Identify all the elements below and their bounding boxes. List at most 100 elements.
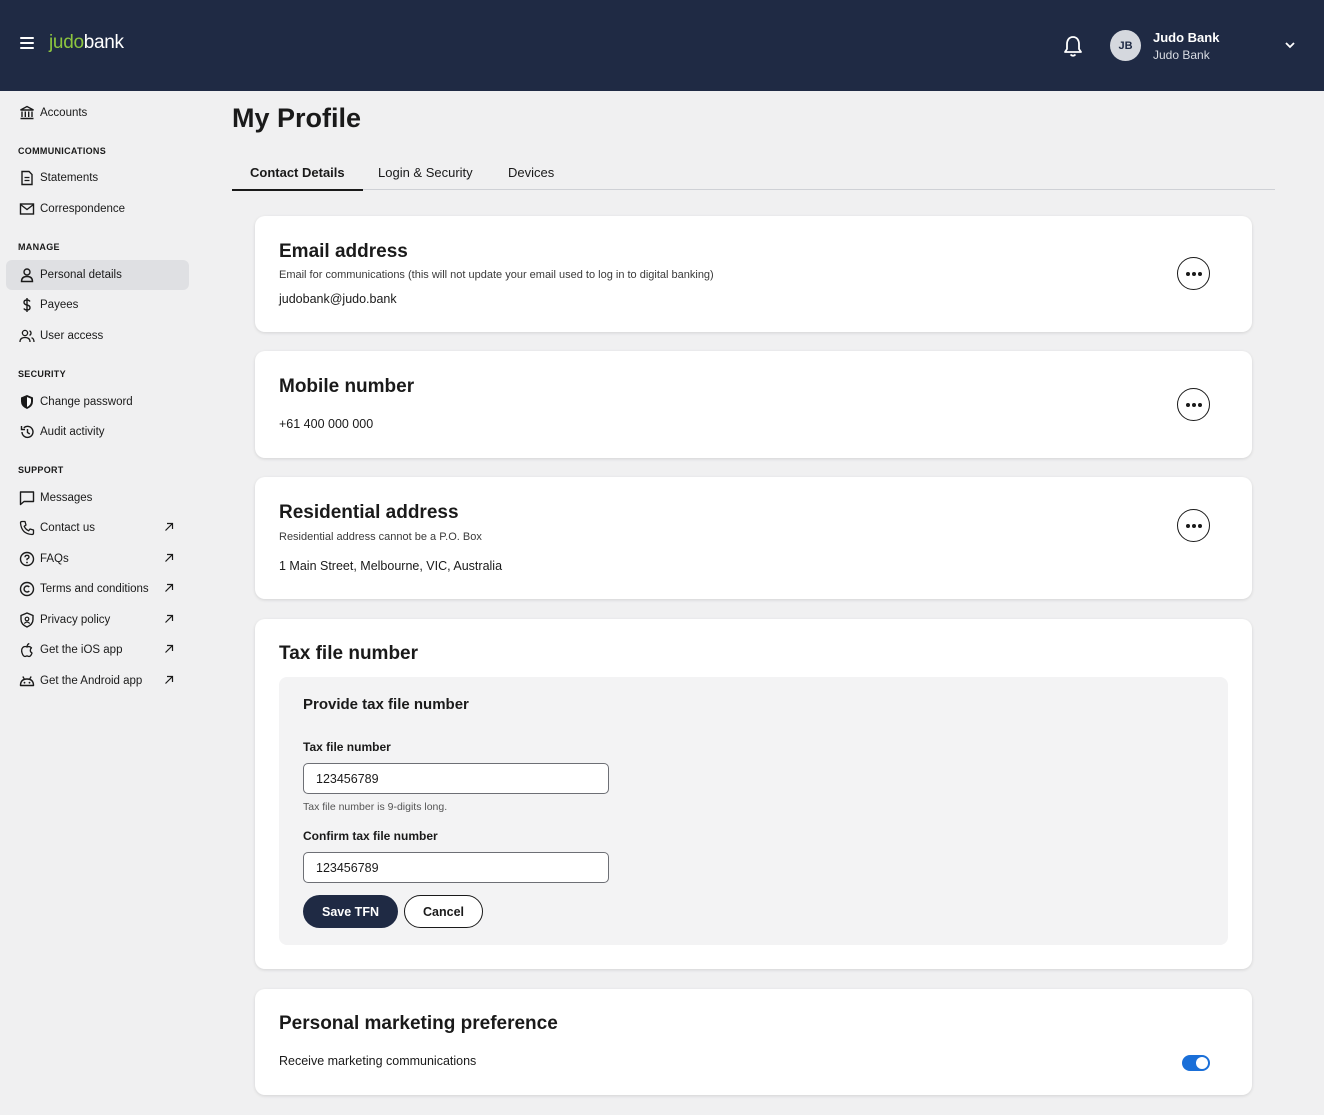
bell-icon[interactable] xyxy=(1062,34,1084,58)
sidebar-item-messages[interactable]: Messages xyxy=(6,483,189,513)
email-value: judobank@judo.bank xyxy=(279,292,397,306)
sidebar-item-personal-details[interactable]: Personal details xyxy=(6,260,189,290)
logo-bank: bank xyxy=(83,32,124,53)
sidebar-item-label: Payees xyxy=(40,299,79,311)
question-circle-icon xyxy=(19,551,35,567)
sidebar-item-label: Statements xyxy=(40,172,99,184)
sidebar-item-label: Contact us xyxy=(40,522,95,534)
sidebar-item-user-access[interactable]: User access xyxy=(6,321,189,351)
save-tfn-button[interactable]: Save TFN xyxy=(303,895,398,928)
sidebar-item-statements[interactable]: Statements xyxy=(6,163,189,193)
tfn-form-panel: Provide tax file number Tax file number … xyxy=(279,677,1228,945)
copyright-icon xyxy=(19,581,35,597)
marketing-card: Personal marketing preference Receive ma… xyxy=(255,989,1252,1095)
tab-login-security[interactable]: Login & Security xyxy=(378,165,473,180)
cancel-button[interactable]: Cancel xyxy=(404,895,483,928)
tfn-panel-title: Provide tax file number xyxy=(303,696,469,713)
sidebar-item-label: Messages xyxy=(40,492,93,504)
confirm-tfn-label: Confirm tax file number xyxy=(303,829,438,843)
email-card: Email address Email for communications (… xyxy=(255,216,1252,332)
section-heading-manage: MANAGE xyxy=(18,242,60,252)
address-card: Residential address Residential address … xyxy=(255,477,1252,599)
email-title: Email address xyxy=(279,241,408,262)
tfn-input[interactable] xyxy=(303,763,609,794)
chevron-down-icon[interactable] xyxy=(1284,40,1296,50)
profile-tabs: Contact Details Login & Security Devices xyxy=(232,157,1275,191)
logo-judo: judo xyxy=(49,32,84,53)
marketing-title: Personal marketing preference xyxy=(279,1013,558,1034)
sidebar-item-ios-app[interactable]: Get the iOS app xyxy=(6,635,189,665)
tfn-card: Tax file number Provide tax file number … xyxy=(255,619,1252,969)
tab-contact-details[interactable]: Contact Details xyxy=(232,165,363,191)
user-name: Judo Bank xyxy=(1153,30,1220,45)
mobile-card: Mobile number +61 400 000 000 xyxy=(255,351,1252,458)
email-subtitle: Email for communications (this will not … xyxy=(279,269,714,281)
email-more-button[interactable] xyxy=(1177,257,1210,290)
sidebar-item-label: Audit activity xyxy=(40,426,105,438)
sidebar-item-label: User access xyxy=(40,330,104,342)
sidebar-item-label: Change password xyxy=(40,396,133,408)
shield-icon xyxy=(19,394,35,410)
main-content: My Profile Contact Details Login & Secur… xyxy=(196,91,1324,1115)
sidebar-item-label: Get the Android app xyxy=(40,675,143,687)
external-link-icon xyxy=(165,553,174,562)
marketing-toggle[interactable] xyxy=(1182,1055,1210,1071)
sidebar-item-label: Get the iOS app xyxy=(40,644,123,656)
chat-bubble-icon xyxy=(19,490,35,506)
tfn-help-text: Tax file number is 9-digits long. xyxy=(303,801,448,813)
sidebar-item-faqs[interactable]: FAQs xyxy=(6,544,189,574)
user-organisation: Judo Bank xyxy=(1153,48,1210,62)
tfn-title: Tax file number xyxy=(279,643,419,664)
sidebar-item-privacy[interactable]: Privacy policy xyxy=(6,605,189,635)
sidebar-item-label: Accounts xyxy=(40,107,88,119)
section-heading-communications: COMMUNICATIONS xyxy=(18,146,107,156)
sidebar-item-label: Privacy policy xyxy=(40,614,111,626)
address-more-button[interactable] xyxy=(1177,509,1210,542)
mobile-value: +61 400 000 000 xyxy=(279,417,374,431)
sidebar-item-label: Correspondence xyxy=(40,203,126,215)
address-title: Residential address xyxy=(279,502,459,523)
sidebar-item-contact-us[interactable]: Contact us xyxy=(6,513,189,543)
menu-icon[interactable] xyxy=(20,37,34,49)
tab-devices[interactable]: Devices xyxy=(508,165,554,180)
mobile-more-button[interactable] xyxy=(1177,388,1210,421)
address-value: 1 Main Street, Melbourne, VIC, Australia xyxy=(279,559,503,573)
sidebar-item-label: FAQs xyxy=(40,553,69,565)
marketing-label: Receive marketing communications xyxy=(279,1054,477,1068)
sidebar-item-label: Personal details xyxy=(40,269,122,281)
sidebar-item-label: Terms and conditions xyxy=(40,583,149,595)
dollar-icon xyxy=(19,297,35,313)
top-header: judobank JB Judo Bank Judo Bank xyxy=(0,0,1324,91)
judobank-logo[interactable]: judobank xyxy=(49,32,124,54)
toggle-knob xyxy=(1196,1057,1208,1069)
sidebar: Accounts COMMUNICATIONS Statements Corre… xyxy=(0,91,196,989)
history-icon xyxy=(19,424,35,440)
sidebar-item-terms[interactable]: Terms and conditions xyxy=(6,574,189,604)
sidebar-item-audit-activity[interactable]: Audit activity xyxy=(6,417,189,447)
mail-icon xyxy=(19,201,35,217)
sidebar-item-change-password[interactable]: Change password xyxy=(6,387,189,417)
page-title: My Profile xyxy=(232,103,362,133)
sidebar-item-accounts[interactable]: Accounts xyxy=(6,98,189,128)
sidebar-item-correspondence[interactable]: Correspondence xyxy=(6,194,189,224)
external-link-icon xyxy=(165,675,174,684)
address-subtitle: Residential address cannot be a P.O. Box xyxy=(279,531,482,543)
sidebar-item-android-app[interactable]: Get the Android app xyxy=(6,666,189,696)
bank-icon xyxy=(19,105,35,121)
person-icon xyxy=(19,267,35,283)
tfn-label: Tax file number xyxy=(303,740,391,754)
section-heading-support: SUPPORT xyxy=(18,465,64,475)
document-icon xyxy=(19,170,35,186)
external-link-icon xyxy=(165,644,174,653)
privacy-shield-icon xyxy=(19,612,35,628)
apple-icon xyxy=(19,642,35,658)
external-link-icon xyxy=(165,583,174,592)
external-link-icon xyxy=(165,522,174,531)
avatar[interactable]: JB xyxy=(1110,30,1141,61)
sidebar-item-payees[interactable]: Payees xyxy=(6,290,189,320)
android-icon xyxy=(19,673,35,689)
section-heading-security: SECURITY xyxy=(18,369,66,379)
confirm-tfn-input[interactable] xyxy=(303,852,609,883)
phone-icon xyxy=(19,520,35,536)
external-link-icon xyxy=(165,614,174,623)
